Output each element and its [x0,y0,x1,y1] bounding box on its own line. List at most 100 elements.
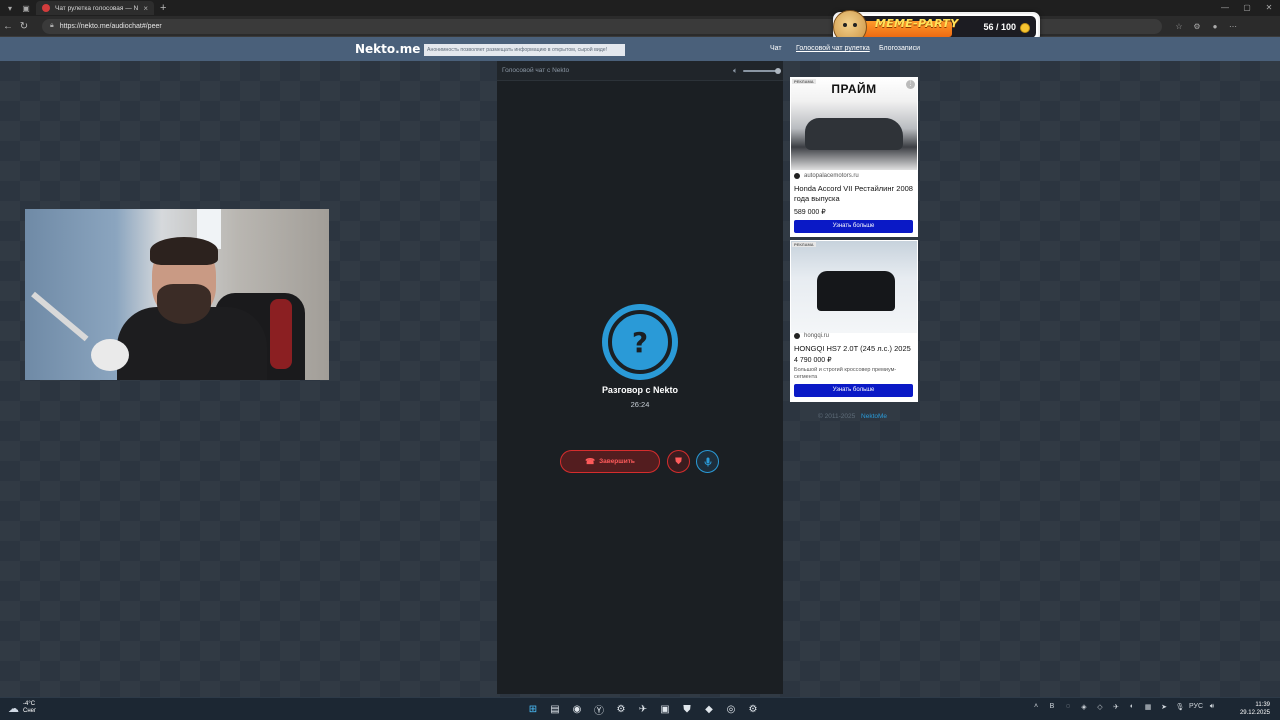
tab-menu-icon[interactable]: ▾ [4,2,16,14]
record-icon[interactable]: ◎ [720,701,742,718]
close-tab-icon[interactable]: × [143,4,148,13]
toolbar-icons: ☆ ⚙ ● ⋯ [1170,22,1242,31]
cloud-icon: ☁ [8,702,19,715]
steam-icon[interactable]: ⚙ [610,701,632,718]
profile-icon[interactable]: ● [1206,22,1224,31]
browser-tab[interactable]: Чат рулетка голосовая — N × [36,1,154,15]
end-call-button[interactable]: ☎ Завершить [560,450,660,473]
copyright: © 2011-2025 NektoMe [818,413,888,420]
ad-tag: РЕКЛАМА [792,79,816,84]
tray-icon[interactable]: ▦ [1140,703,1156,711]
new-tab-button[interactable]: + [160,2,166,14]
ad-headline[interactable]: HONGQI HS7 2.0T (245 л.с.) 2025 [794,344,914,354]
system-tray: ˄ В ◌ ◈ ◇ ✈ ◐ ▦ ➤ 🎙︎ РУС 🔊︎ [1028,703,1220,711]
ad-price: 4 790 000 ₽ [794,357,832,364]
panel-header: Голосовой чат с Nekto 🔈︎ [497,61,783,81]
app-icon[interactable]: ◆ [698,701,720,718]
date: 29.12.2025 [1239,710,1270,716]
report-button[interactable]: ⛊ [667,450,690,473]
minimize-icon[interactable]: — [1214,0,1236,16]
ad-brand: ПРАЙМ [831,82,877,96]
ad-image [791,241,917,333]
volume-slider-knob[interactable] [775,68,781,74]
ad-card-honda[interactable]: ПРАЙМ РЕКЛАМА ⋮ autopalacemotors.ru Hond… [790,77,918,237]
back-icon[interactable]: ← [0,21,16,32]
shield-icon: ⛊ [675,456,682,466]
call-title: Разговор с Nekto [601,385,679,395]
yandex-icon[interactable]: Ⓨ [588,701,610,718]
clock[interactable]: 11:39 29.12.2025 [1240,701,1270,717]
ad-domain: hongqi.ru [794,333,829,339]
ad-cta-button[interactable]: Узнать больше [794,384,913,397]
edge-icon[interactable]: ◉ [566,701,588,718]
panel-title: Голосовой чат с Nekto [502,67,570,74]
site-logo[interactable]: Nekto.me [355,42,420,56]
volume-slider[interactable] [743,70,777,72]
favorite-icon[interactable]: ☆ [1170,22,1188,31]
ad-description: Большой и строгий кроссовер премиум-сегм… [794,367,897,380]
start-icon[interactable]: ⊞ [522,701,544,718]
speaker-tray-icon[interactable]: 🔊︎ [1204,703,1220,711]
microphone-button[interactable] [696,450,719,473]
site-header [0,37,1280,61]
file-explorer-icon[interactable]: ▤ [544,701,566,718]
weather-widget[interactable]: ☁ -4°C Снег [8,701,36,715]
mic-tray-icon[interactable]: 🎙︎ [1172,703,1188,711]
close-window-icon[interactable]: ✕ [1258,0,1280,16]
car-image [805,118,903,150]
chevron-up-icon[interactable]: ˄ [1028,703,1044,711]
nav-chat[interactable]: Чат [770,45,782,52]
ad-headline[interactable]: Honda Accord VII Рестайлинг 2008 года вы… [794,184,914,203]
tray-icon[interactable]: ◇ [1092,703,1108,711]
ad-menu-icon[interactable]: ⋮ [906,80,915,89]
window-controls: — ▢ ✕ [1214,0,1280,16]
voice-chat-panel: Голосовой чат с Nekto 🔈︎ ? Разговор с Ne… [497,61,783,694]
peer-avatar: ? [602,304,678,380]
ad-price: 589 000 ₽ [794,209,826,216]
app-icon[interactable]: ▣ [654,701,676,718]
ad-card-hongqi[interactable]: РЕКЛАМА hongqi.ru HONGQI HS7 2.0T (245 л… [790,240,918,402]
tray-icon[interactable]: ➤ [1156,703,1172,711]
time: 11:39 [1255,702,1270,708]
webcam-feed [25,209,329,380]
taskbar: ☁ -4°C Снег ⊞ ▤ ◉ Ⓨ ⚙ ✈ ▣ ⛊ ◆ ◎ ⚙ ˄ В ◌ … [0,697,1280,720]
anonymity-notice: Анонимность позволяет размещать информац… [424,44,625,56]
ad-image: ПРАЙМ [791,78,917,170]
call-timer: 26:24 [630,400,650,409]
coin-icon [1020,23,1030,33]
speaker-icon[interactable]: 🔈︎ [733,66,738,76]
settings-icon[interactable]: ⚙ [742,701,764,718]
lock-icon: 🔒︎ [50,22,54,29]
telegram-icon[interactable]: ✈ [632,701,654,718]
tab-title: Чат рулетка голосовая — N [55,4,139,12]
weather-condition: Снег [23,708,37,714]
language-indicator[interactable]: РУС [1188,703,1204,711]
end-call-label: Завершить [599,458,635,465]
phone-hangup-icon: ☎ [585,457,596,466]
tab-actions-icon[interactable]: ▣ [20,2,32,14]
nav-blog[interactable]: Блогозаписи [879,45,920,52]
footer-link[interactable]: NektoMe [861,413,887,420]
address-bar-row: ← ↻ 🔒︎ https://nekto.me/audiochat#/peer … [0,16,1280,37]
extensions-icon[interactable]: ⚙ [1188,22,1206,31]
temperature: -4°C [23,701,36,707]
tray-icon[interactable]: ◐ [1124,703,1140,711]
shield-app-icon[interactable]: ⛊ [676,701,698,718]
ad-cta-button[interactable]: Узнать больше [794,220,913,233]
domain-icon [794,173,800,179]
tray-icon[interactable]: ✈ [1108,703,1124,711]
more-icon[interactable]: ⋯ [1224,22,1242,31]
tray-icon[interactable]: ◌ [1060,703,1076,711]
maximize-icon[interactable]: ▢ [1236,0,1258,16]
ad-domain: autopalacemotors.ru [794,173,859,179]
nav-voice-roulette[interactable]: Голосовой чат рулетка [796,45,870,52]
taskbar-apps: ⊞ ▤ ◉ Ⓨ ⚙ ✈ ▣ ⛊ ◆ ◎ ⚙ [522,701,764,718]
ad-tag: РЕКЛАМА [792,242,816,247]
meme-score: 56 / 100 [983,22,1016,32]
domain-icon [794,333,800,339]
reload-icon[interactable]: ↻ [16,21,32,32]
tray-icon[interactable]: ◈ [1076,703,1092,711]
tray-icon[interactable]: В [1044,703,1060,711]
meme-party-label: MEME-PARTY [875,17,959,30]
microphone-icon [704,457,711,466]
